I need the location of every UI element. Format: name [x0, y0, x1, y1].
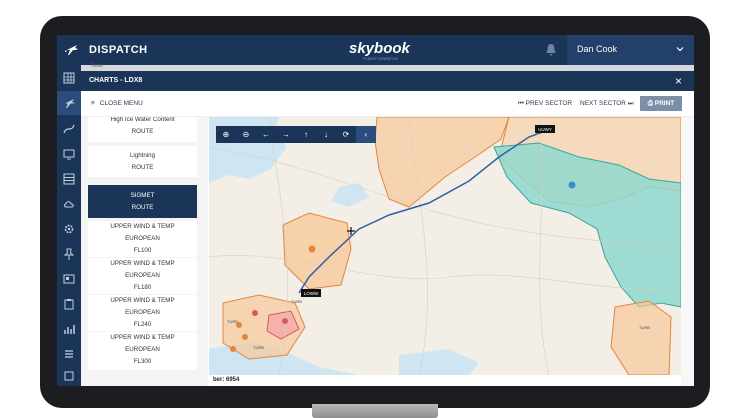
sigmet-marker[interactable] [282, 318, 288, 324]
chevron-down-icon [676, 47, 684, 52]
background-tab-label: Tools [91, 63, 103, 69]
menu-item-line2: EUROPEAN [125, 346, 160, 353]
prev-sector-label: PREV SECTOR [525, 100, 573, 107]
menu-item-line2: EUROPEAN [125, 272, 160, 279]
menu-item-line1: UPPER WIND & TEMP [110, 334, 175, 341]
turb-label: TURB [227, 319, 238, 324]
sigmet-marker-blue[interactable] [568, 181, 576, 189]
docs-icon[interactable] [62, 369, 76, 383]
plane-icon[interactable] [57, 91, 81, 115]
menu-item-line3: FL180 [133, 284, 152, 291]
app-screen: DISPATCH skybook FLIGHT DISPATCH Dan Coo… [57, 35, 694, 386]
plane-icon [65, 45, 78, 55]
menu-item-line2: ROUTE [131, 164, 154, 171]
menu-item-line1: UPPER WIND & TEMP [110, 260, 175, 267]
list-icon[interactable] [62, 347, 76, 361]
next-sector-label: NEXT SECTOR [580, 100, 626, 107]
chart-icon[interactable] [62, 322, 76, 336]
zoom-in-icon[interactable]: ⊕ [216, 126, 236, 143]
map-controls: ⊕ ⊖ ← → ↑ ↓ ⟳ ‹ [216, 126, 376, 143]
menu-item-wind-fl180[interactable]: UPPER WIND & TEMP EUROPEAN FL180 [88, 258, 197, 294]
route-icon[interactable] [62, 122, 76, 136]
zoom-out-icon[interactable]: ⊖ [236, 126, 256, 143]
bell-icon[interactable] [545, 43, 557, 57]
menu-item-line1: UPPER WIND & TEMP [110, 223, 175, 230]
sigmet-map[interactable]: LOWW UUWY TURB TURB TURB TURB ⊕ ⊖ ← → ↑ … [209, 117, 681, 375]
table-icon[interactable] [62, 172, 76, 186]
print-button[interactable]: ⎙ PRINT [640, 96, 682, 111]
monitor-stand [312, 404, 438, 418]
close-icon[interactable]: × [675, 74, 682, 88]
menu-item-line2: ROUTE [131, 128, 154, 135]
menu-item-line3: FL300 [133, 358, 152, 365]
menu-item-line3: FL240 [133, 321, 152, 328]
turb-label: TURB [291, 299, 302, 304]
chart-menu: High Ice Water Content ROUTE Lightning R… [81, 117, 208, 386]
menu-item-line2: EUROPEAN [125, 309, 160, 316]
top-bar: DISPATCH skybook FLIGHT DISPATCH Dan Coo… [57, 35, 694, 65]
menu-item-line1: SIGMET [130, 192, 155, 199]
card-icon[interactable] [62, 272, 76, 286]
map-footer: ber: 6954 [209, 375, 681, 386]
sigmet-marker[interactable] [230, 346, 236, 352]
grid-icon[interactable] [62, 71, 76, 85]
logo-subtitle: FLIGHT DISPATCH [363, 56, 398, 61]
close-menu-button[interactable]: ≡ CLOSE MENU [91, 100, 143, 107]
turb-label: TURB [253, 345, 264, 350]
refresh-icon[interactable]: ⟳ [336, 126, 356, 143]
origin-label: LOWW [304, 291, 319, 296]
side-nav [57, 65, 81, 386]
pan-up-icon[interactable]: ↑ [296, 126, 316, 143]
turb-label: TURB [639, 325, 650, 330]
skip-next-icon: ⏭ [626, 100, 634, 107]
hamburger-icon: ≡ [91, 100, 95, 107]
menu-item-wind-fl300[interactable]: UPPER WIND & TEMP EUROPEAN FL300 [88, 332, 197, 370]
user-menu[interactable]: Dan Cook [567, 35, 694, 65]
menu-item-line3: FL100 [133, 247, 152, 254]
printer-icon: ⎙ [647, 100, 655, 107]
skybook-logo: skybook [349, 40, 410, 57]
sigmet-marker[interactable] [252, 310, 258, 316]
menu-item-line2: ROUTE [131, 204, 154, 211]
cog-icon[interactable] [62, 222, 76, 236]
right-scroll-area[interactable] [681, 117, 694, 386]
menu-item-line1: UPPER WIND & TEMP [110, 297, 175, 304]
sigmet-marker[interactable] [242, 334, 248, 340]
menu-item-line2: EUROPEAN [125, 235, 160, 242]
menu-item-wind-fl240[interactable]: UPPER WIND & TEMP EUROPEAN FL240 [88, 295, 197, 331]
menu-item-sigmet[interactable]: SIGMET ROUTE [88, 185, 197, 218]
pan-down-icon[interactable]: ↓ [316, 126, 336, 143]
modal-header: CHARTS - LDX8 × [81, 71, 694, 91]
charts-modal: CHARTS - LDX8 × ≡ CLOSE MENU ⏮ PREV SECTO… [81, 71, 694, 386]
collapse-icon[interactable]: ‹ [356, 126, 376, 143]
sigmet-marker[interactable] [308, 245, 316, 253]
skip-previous-icon: ⏮ [518, 100, 526, 107]
monitor-icon[interactable] [62, 147, 76, 161]
user-name: Dan Cook [577, 44, 618, 54]
modal-title: CHARTS - LDX8 [89, 77, 143, 84]
prev-sector-button[interactable]: ⏮ PREV SECTOR [518, 100, 572, 108]
print-label: PRINT [654, 100, 675, 107]
clipboard-icon[interactable] [62, 297, 76, 311]
modal-toolbar: ≡ CLOSE MENU ⏮ PREV SECTOR NEXT SECTOR ⏭ … [81, 91, 694, 117]
pin-icon[interactable] [62, 247, 76, 261]
weather-icon[interactable] [62, 197, 76, 211]
menu-item-line1: High Ice Water Content [110, 117, 175, 123]
app-title: DISPATCH [89, 44, 148, 56]
menu-item-line1: Lightning [129, 152, 156, 159]
destination-label: UUWY [538, 127, 552, 132]
map-canvas: LOWW UUWY TURB TURB TURB TURB [209, 117, 681, 375]
close-menu-label: CLOSE MENU [99, 100, 143, 107]
menu-item-high-ice[interactable]: High Ice Water Content ROUTE [88, 117, 197, 142]
pan-right-icon[interactable]: → [276, 126, 296, 143]
next-sector-button[interactable]: NEXT SECTOR ⏭ [580, 100, 634, 108]
pan-left-icon[interactable]: ← [256, 126, 276, 143]
footer-number: ber: 6954 [213, 377, 240, 383]
menu-item-lightning[interactable]: Lightning ROUTE [88, 146, 197, 177]
menu-item-wind-fl100[interactable]: UPPER WIND & TEMP EUROPEAN FL100 [88, 221, 197, 257]
